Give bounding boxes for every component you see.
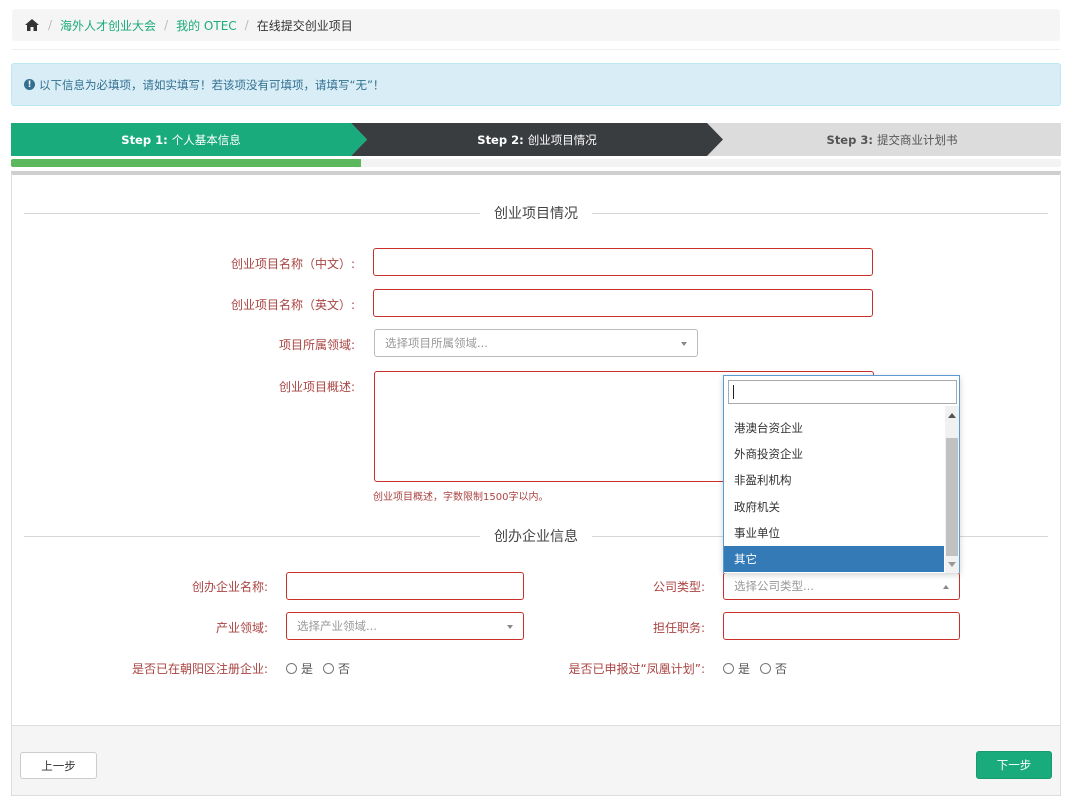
section-project-title: 创业项目情况 xyxy=(494,206,578,222)
registered-yes-label: 是 xyxy=(301,662,314,676)
step-1[interactable]: Step 1: 个人基本信息 xyxy=(11,123,351,156)
breadcrumb-item-my-otec[interactable]: 我的 OTEC xyxy=(176,17,237,34)
text-cursor xyxy=(733,385,734,399)
company-name-input[interactable] xyxy=(286,572,524,600)
breadcrumb-separator: / xyxy=(164,18,169,32)
step-3-prefix: Step 3: xyxy=(826,132,873,147)
prev-step-button[interactable]: 上一步 xyxy=(20,752,97,779)
section-company-title: 创办企业信息 xyxy=(494,529,578,545)
label-company-name: 创办企业名称: xyxy=(191,580,268,594)
project-field-select[interactable]: 选择项目所属领域... xyxy=(374,329,698,357)
required-info-alert: ! 以下信息为必填项，请如实填写！若该项没有可填项，请填写“无”！ xyxy=(11,63,1061,106)
industry-select[interactable]: 选择产业领域... xyxy=(286,612,524,640)
divider xyxy=(592,212,1048,214)
company-type-placeholder: 选择公司类型... xyxy=(734,579,814,593)
breadcrumb: / 海外人才创业大会 / 我的 OTEC / 在线提交创业项目 xyxy=(12,9,1060,41)
step-2-label: 创业项目情况 xyxy=(527,132,597,147)
dropdown-option[interactable]: 政府机关 xyxy=(724,494,944,520)
phoenix-yes-label: 是 xyxy=(738,662,751,676)
company-type-select[interactable]: 选择公司类型... xyxy=(723,572,960,600)
label-project-name-en: 创业项目名称（英文）: xyxy=(230,298,355,312)
step-3[interactable]: Step 3: 提交商业计划书 xyxy=(723,123,1061,156)
label-project-name-cn: 创业项目名称（中文）: xyxy=(230,257,355,271)
project-summary-help: 创业项目概述，字数限制1500字以内。 xyxy=(373,492,549,503)
info-circle-icon: ! xyxy=(24,79,35,90)
section-project: 创业项目情况 xyxy=(24,203,1048,223)
project-field-placeholder: 选择项目所属领域... xyxy=(385,336,488,350)
divider xyxy=(24,212,480,214)
phoenix-no-radio[interactable] xyxy=(760,663,772,674)
registered-yes-radio[interactable] xyxy=(286,663,297,674)
dropdown-option[interactable]: 外商投资企业 xyxy=(724,441,944,467)
divider xyxy=(24,535,480,537)
scroll-up-icon[interactable] xyxy=(948,413,956,418)
alert-text: 以下信息为必填项，请如实填写！若该项没有可填项，请填写“无”！ xyxy=(39,77,385,92)
phoenix-no-label: 否 xyxy=(775,662,788,676)
chevron-down-icon xyxy=(507,625,513,629)
step-2[interactable]: Step 2: 创业项目情况 xyxy=(367,123,707,156)
industry-placeholder: 选择产业领域... xyxy=(297,619,377,633)
label-phoenix-plan: 是否已申报过“凤凰计划”: xyxy=(568,662,705,676)
step-1-prefix: Step 1: xyxy=(121,132,168,147)
company-type-dropdown: 港澳台资企业 外商投资企业 非盈利机构 政府机关 事业单位 其它 xyxy=(723,375,960,573)
project-name-cn-input[interactable] xyxy=(373,248,873,276)
label-position: 担任职务: xyxy=(652,621,705,635)
breadcrumb-separator: / xyxy=(244,18,249,32)
chevron-up-icon xyxy=(943,585,949,589)
breadcrumb-item-current: 在线提交创业项目 xyxy=(256,18,353,33)
step-2-prefix: Step 2: xyxy=(477,132,524,147)
chevron-down-icon xyxy=(681,342,687,346)
dropdown-scrollbar[interactable] xyxy=(945,406,959,573)
divider xyxy=(12,49,1060,50)
label-registered-chaoyang: 是否已在朝阳区注册企业: xyxy=(131,662,268,676)
registered-no-radio[interactable] xyxy=(323,663,335,674)
project-name-en-input[interactable] xyxy=(373,289,873,317)
dropdown-option[interactable]: 事业单位 xyxy=(724,520,944,546)
registered-no-label: 否 xyxy=(338,662,351,676)
phoenix-radio-group: 是 否 xyxy=(723,660,787,677)
breadcrumb-item-conference[interactable]: 海外人才创业大会 xyxy=(60,17,156,34)
dropdown-option[interactable]: 非盈利机构 xyxy=(724,467,944,493)
scroll-down-icon[interactable] xyxy=(948,562,956,567)
home-icon[interactable] xyxy=(24,18,40,32)
label-project-summary: 创业项目概述: xyxy=(278,380,355,394)
dropdown-search-input[interactable] xyxy=(728,380,957,404)
registered-radio-group: 是 否 xyxy=(286,660,350,677)
label-company-type: 公司类型: xyxy=(652,580,705,594)
position-input[interactable] xyxy=(723,612,960,640)
dropdown-option[interactable]: 港澳台资企业 xyxy=(724,415,944,441)
label-industry: 产业领域: xyxy=(215,621,268,635)
label-project-field: 项目所属领域: xyxy=(278,338,355,352)
scrollbar-thumb[interactable] xyxy=(946,438,958,556)
progress-bar xyxy=(11,159,361,167)
form-footer xyxy=(11,726,1061,796)
step-3-label: 提交商业计划书 xyxy=(876,132,958,147)
wizard-steps: Step 1: 个人基本信息 Step 2: 创业项目情况 Step 3: 提交… xyxy=(11,123,1061,156)
dropdown-option-selected[interactable]: 其它 xyxy=(724,546,944,572)
step-1-label: 个人基本信息 xyxy=(171,132,241,147)
breadcrumb-separator: / xyxy=(48,18,53,32)
phoenix-yes-radio[interactable] xyxy=(723,663,734,674)
next-step-button[interactable]: 下一步 xyxy=(976,751,1052,779)
